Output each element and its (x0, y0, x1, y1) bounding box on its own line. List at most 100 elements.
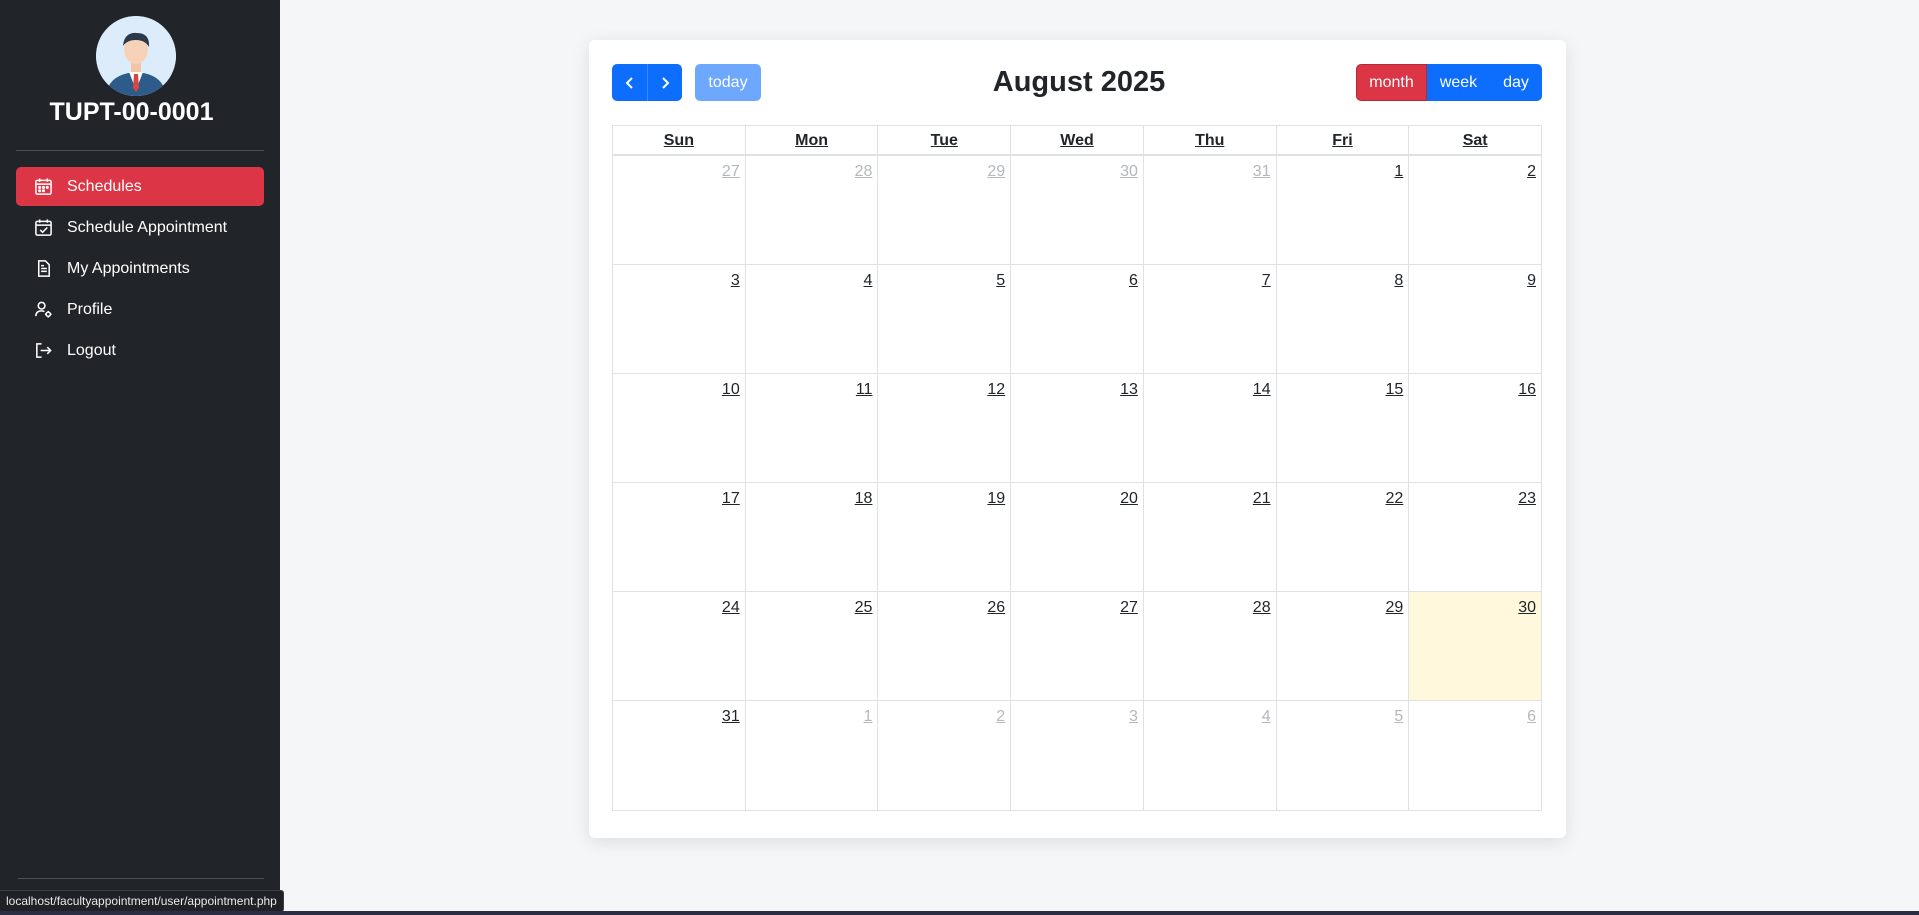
day-number[interactable]: 6 (1527, 708, 1536, 726)
day-number[interactable]: 20 (1120, 490, 1138, 508)
day-cell[interactable]: 25 (746, 592, 879, 700)
prev-month-button[interactable] (612, 64, 647, 101)
weekday-header-cell[interactable]: Mon (746, 126, 879, 154)
day-cell[interactable]: 27 (613, 156, 746, 264)
sidebar-item-schedules[interactable]: Schedules (16, 167, 264, 206)
day-number[interactable]: 5 (996, 272, 1005, 290)
day-cell[interactable]: 31 (1144, 156, 1277, 264)
day-cell[interactable]: 10 (613, 374, 746, 482)
day-number[interactable]: 9 (1527, 272, 1536, 290)
weekday-header-cell[interactable]: Tue (878, 126, 1012, 154)
day-cell[interactable]: 9 (1409, 265, 1541, 373)
sidebar-item-my-appointments[interactable]: My Appointments (16, 249, 264, 288)
day-number[interactable]: 31 (722, 708, 740, 726)
day-number[interactable]: 6 (1129, 272, 1138, 290)
day-number[interactable]: 10 (722, 381, 740, 399)
day-number[interactable]: 19 (987, 490, 1005, 508)
day-number[interactable]: 16 (1518, 381, 1536, 399)
day-cell[interactable]: 31 (613, 701, 746, 810)
day-number[interactable]: 22 (1386, 490, 1404, 508)
day-number[interactable]: 24 (722, 599, 740, 617)
day-cell[interactable]: 6 (1011, 265, 1144, 373)
day-number[interactable]: 29 (1386, 599, 1404, 617)
day-number[interactable]: 31 (1253, 163, 1271, 181)
sidebar-item-logout[interactable]: Logout (16, 331, 264, 370)
day-cell[interactable]: 12 (878, 374, 1012, 482)
day-cell[interactable]: 8 (1277, 265, 1410, 373)
day-cell[interactable]: 1 (1277, 156, 1410, 264)
day-number[interactable]: 3 (1129, 708, 1138, 726)
day-cell[interactable]: 15 (1277, 374, 1410, 482)
day-cell[interactable]: 2 (878, 701, 1012, 810)
weekday-header-cell[interactable]: Sun (613, 126, 746, 154)
day-cell[interactable]: 29 (1277, 592, 1410, 700)
sidebar-item-schedule-appointment[interactable]: Schedule Appointment (16, 208, 264, 247)
day-number[interactable]: 28 (855, 163, 873, 181)
day-number[interactable]: 13 (1120, 381, 1138, 399)
weekday-header-cell[interactable]: Fri (1277, 126, 1410, 154)
day-cell[interactable]: 17 (613, 483, 746, 591)
day-number[interactable]: 30 (1120, 163, 1138, 181)
day-cell[interactable]: 3 (613, 265, 746, 373)
view-week-button[interactable]: week (1427, 64, 1490, 101)
day-number[interactable]: 14 (1253, 381, 1271, 399)
day-number[interactable]: 1 (864, 708, 873, 726)
next-month-button[interactable] (647, 64, 682, 101)
day-cell[interactable]: 22 (1277, 483, 1410, 591)
day-cell[interactable]: 28 (1144, 592, 1277, 700)
day-cell[interactable]: 7 (1144, 265, 1277, 373)
weekday-header-cell[interactable]: Sat (1409, 126, 1541, 154)
day-number[interactable]: 27 (1120, 599, 1138, 617)
day-number[interactable]: 4 (864, 272, 873, 290)
day-number[interactable]: 8 (1394, 272, 1403, 290)
day-cell[interactable]: 28 (746, 156, 879, 264)
day-cell[interactable]: 18 (746, 483, 879, 591)
day-cell[interactable]: 2 (1409, 156, 1541, 264)
day-number[interactable]: 2 (1527, 163, 1536, 181)
day-number[interactable]: 15 (1386, 381, 1404, 399)
day-number[interactable]: 25 (855, 599, 873, 617)
day-number[interactable]: 17 (722, 490, 740, 508)
day-cell[interactable]: 29 (878, 156, 1012, 264)
view-month-button[interactable]: month (1356, 64, 1427, 101)
day-cell[interactable]: 11 (746, 374, 879, 482)
day-cell[interactable]: 23 (1409, 483, 1541, 591)
day-cell[interactable]: 20 (1011, 483, 1144, 591)
day-cell[interactable]: 30 (1011, 156, 1144, 264)
day-number[interactable]: 2 (996, 708, 1005, 726)
day-number[interactable]: 21 (1253, 490, 1271, 508)
day-cell[interactable]: 5 (878, 265, 1012, 373)
day-cell[interactable]: 1 (746, 701, 879, 810)
view-day-button[interactable]: day (1490, 64, 1542, 101)
day-cell[interactable]: 6 (1409, 701, 1541, 810)
day-cell[interactable]: 3 (1011, 701, 1144, 810)
day-number[interactable]: 7 (1262, 272, 1271, 290)
day-number[interactable]: 11 (856, 381, 873, 399)
day-number[interactable]: 27 (722, 163, 740, 181)
day-cell[interactable]: 27 (1011, 592, 1144, 700)
day-number[interactable]: 28 (1253, 599, 1271, 617)
day-cell[interactable]: 24 (613, 592, 746, 700)
day-cell[interactable]: 26 (878, 592, 1012, 700)
day-cell[interactable]: 14 (1144, 374, 1277, 482)
day-number[interactable]: 1 (1394, 163, 1403, 181)
day-number[interactable]: 5 (1394, 708, 1403, 726)
day-number[interactable]: 30 (1518, 599, 1536, 617)
day-number[interactable]: 18 (855, 490, 873, 508)
day-cell[interactable]: 19 (878, 483, 1012, 591)
day-number[interactable]: 4 (1262, 708, 1271, 726)
day-cell[interactable]: 5 (1277, 701, 1410, 810)
weekday-header-cell[interactable]: Wed (1011, 126, 1144, 154)
day-number[interactable]: 26 (987, 599, 1005, 617)
day-cell-today[interactable]: 30 (1409, 592, 1542, 700)
day-cell[interactable]: 13 (1011, 374, 1144, 482)
day-cell[interactable]: 16 (1409, 374, 1541, 482)
day-cell[interactable]: 4 (746, 265, 879, 373)
day-number[interactable]: 23 (1518, 490, 1536, 508)
day-number[interactable]: 3 (731, 272, 740, 290)
day-number[interactable]: 29 (987, 163, 1005, 181)
sidebar-item-profile[interactable]: Profile (16, 290, 264, 329)
today-button[interactable]: today (695, 64, 761, 101)
weekday-header-cell[interactable]: Thu (1144, 126, 1277, 154)
day-number[interactable]: 12 (987, 381, 1005, 399)
